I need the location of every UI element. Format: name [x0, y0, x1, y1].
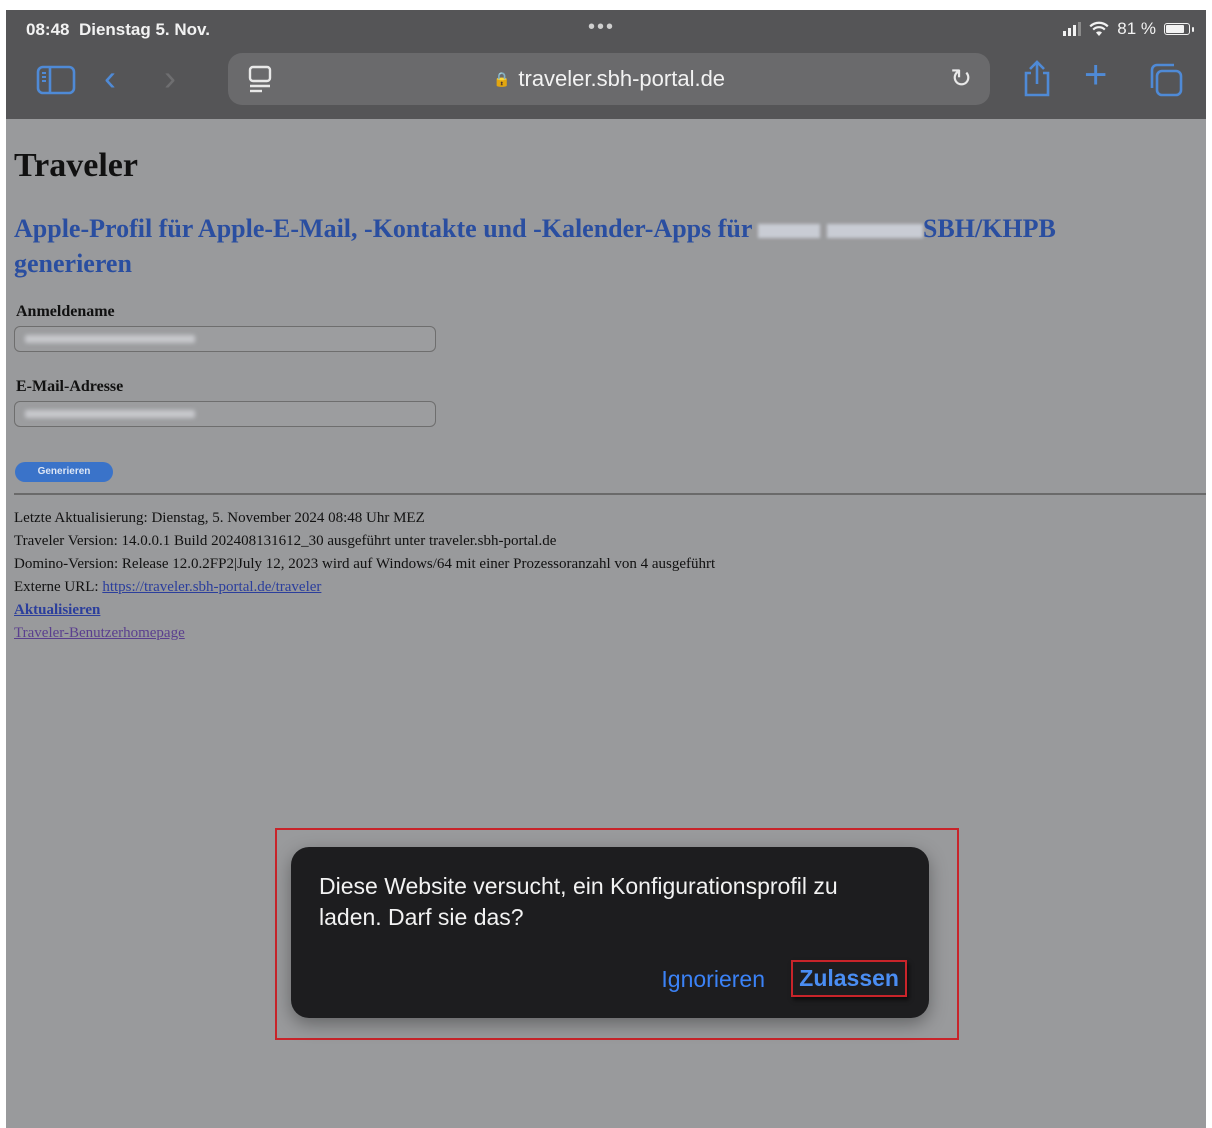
divider — [14, 493, 1206, 495]
tabs-icon[interactable] — [1148, 62, 1184, 98]
redacted-name — [826, 224, 923, 239]
login-field[interactable] — [14, 326, 436, 352]
url-display[interactable]: 🔒 traveler.sbh-portal.de — [228, 66, 990, 92]
battery-percent: 81 % — [1117, 19, 1156, 38]
external-url-label: Externe URL: — [14, 579, 103, 595]
redacted-login — [25, 335, 195, 343]
page-title: Traveler — [14, 147, 138, 184]
signal-icon — [1063, 22, 1082, 36]
dialog-message: Diese Website versucht, ein Konfiguratio… — [319, 873, 838, 930]
browser-toolbar: ‹ › 🔒 traveler.sbh-portal.de ↻ + — [6, 50, 1206, 119]
battery-icon — [1164, 23, 1194, 35]
page-heading: Apple-Profil für Apple-E-Mail, -Kontakte… — [14, 211, 1164, 281]
last-update-text: Letzte Aktualisierung: Dienstag, 5. Nove… — [14, 510, 425, 526]
status-bar: 08:48 Dienstag 5. Nov. ••• 81 % — [6, 10, 1206, 50]
status-date: Dienstag 5. Nov. — [78, 20, 210, 39]
allow-button[interactable]: Zulassen — [791, 960, 907, 997]
status-clock: 08:48 — [26, 20, 70, 39]
back-icon[interactable]: ‹ — [104, 60, 116, 96]
heading-prefix: Apple-Profil für Apple-E-Mail, -Kontakte… — [14, 214, 752, 243]
screen: 08:48 Dienstag 5. Nov. ••• 81 % ‹ › 🔒 tr… — [6, 10, 1206, 1128]
profile-dialog: Diese Website versucht, ein Konfiguratio… — [291, 847, 929, 1018]
sidebar-icon[interactable] — [36, 64, 76, 96]
forward-icon[interactable]: › — [164, 60, 176, 96]
status-right: 81 % — [1063, 19, 1194, 39]
external-url-line: Externe URL: https://traveler.sbh-portal… — [14, 576, 715, 599]
email-field[interactable] — [14, 401, 436, 427]
multitasking-dots[interactable]: ••• — [588, 16, 615, 39]
external-url-link[interactable]: https://traveler.sbh-portal.de/traveler — [102, 579, 321, 595]
lock-icon: 🔒 — [492, 71, 511, 87]
heading-line2: generieren — [14, 249, 132, 278]
domino-version-text: Domino-Version: Release 12.0.2FP2|July 1… — [14, 556, 716, 572]
heading-suffix: SBH/KHPB — [922, 214, 1056, 243]
ignore-button[interactable]: Ignorieren — [661, 966, 765, 993]
reload-icon[interactable]: ↻ — [950, 63, 972, 94]
status-time: 08:48 Dienstag 5. Nov. — [26, 20, 210, 40]
email-label: E-Mail-Adresse — [16, 378, 124, 395]
refresh-link[interactable]: Aktualisieren — [14, 602, 100, 618]
wifi-icon — [1089, 21, 1109, 36]
plus-icon[interactable]: + — [1084, 55, 1107, 95]
generate-button[interactable]: Generieren — [15, 462, 113, 482]
traveler-version-text: Traveler Version: 14.0.0.1 Build 2024081… — [14, 533, 557, 549]
info-block: Letzte Aktualisierung: Dienstag, 5. Nove… — [14, 507, 715, 645]
redacted-name — [758, 224, 821, 239]
url-label: traveler.sbh-portal.de — [518, 66, 726, 91]
redacted-email — [25, 410, 195, 418]
homepage-link[interactable]: Traveler-Benutzerhomepage — [14, 625, 185, 641]
share-icon[interactable] — [1020, 58, 1054, 98]
login-label: Anmeldename — [16, 303, 115, 320]
address-bar[interactable]: 🔒 traveler.sbh-portal.de ↻ — [228, 53, 990, 105]
